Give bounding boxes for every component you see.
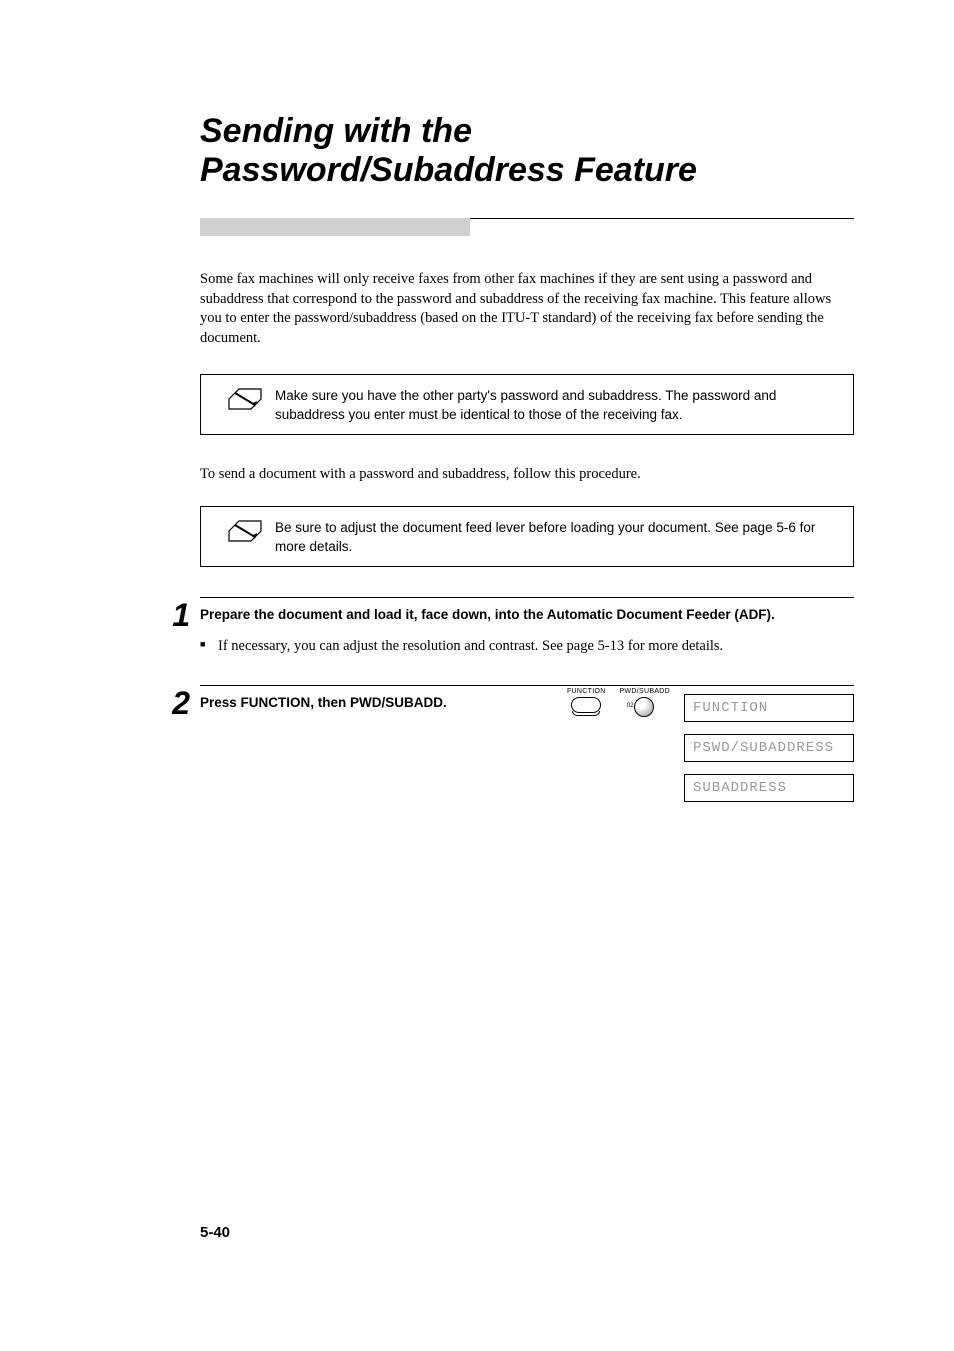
note-text-1: Make sure you have the other party's pas…	[275, 385, 839, 423]
title-line-2: Password/Subaddress Feature	[200, 151, 697, 189]
pwdsubadd-button-number: 02	[627, 703, 634, 709]
note-text-2: Be sure to adjust the document feed leve…	[275, 517, 839, 555]
step-1: 1 Prepare the document and load it, face…	[200, 597, 854, 667]
lcd-display-2: PSWD/SUBADDRESS	[684, 734, 854, 762]
step-1-heading: Prepare the document and load it, face d…	[200, 606, 854, 624]
chapter-title: Sending with the Password/Subaddress Fea…	[200, 112, 854, 190]
lcd-display-3: SUBADDRESS	[684, 774, 854, 802]
pwdsubadd-button-label: PWD/SUBADD	[620, 688, 670, 695]
function-button-label: FUNCTION	[567, 688, 606, 695]
step-1-sub: If necessary, you can adjust the resolut…	[200, 637, 854, 657]
note-box-2: Be sure to adjust the document feed leve…	[200, 506, 854, 566]
instruction-text: To send a document with a password and s…	[200, 465, 854, 485]
title-underline-line	[470, 218, 854, 236]
step-2: 2 Press FUNCTION, then PWD/SUBADD. FUNCT…	[200, 685, 854, 802]
step-number: 2	[156, 685, 200, 717]
pwdsubadd-button-icon	[634, 697, 654, 717]
step-2-heading: Press FUNCTION, then PWD/SUBADD.	[200, 694, 553, 712]
title-underline-grey	[200, 218, 470, 236]
title-underline	[200, 218, 854, 236]
function-button-icon	[571, 697, 601, 713]
note-icon	[215, 385, 275, 411]
page-number: 5-40	[200, 1224, 230, 1241]
title-line-1: Sending with the	[200, 112, 472, 150]
button-diagram: FUNCTION PWD/SUBADD 02	[553, 688, 684, 719]
intro-paragraph: Some fax machines will only receive faxe…	[200, 270, 854, 348]
function-button-diagram: FUNCTION	[567, 688, 606, 713]
pwdsubadd-button-diagram: PWD/SUBADD 02	[620, 688, 670, 719]
note-box-1: Make sure you have the other party's pas…	[200, 374, 854, 434]
note-icon	[215, 517, 275, 543]
lcd-display-stack: FUNCTION PSWD/SUBADDRESS SUBADDRESS	[684, 694, 854, 802]
step-number: 1	[156, 597, 200, 629]
lcd-display-1: FUNCTION	[684, 694, 854, 722]
